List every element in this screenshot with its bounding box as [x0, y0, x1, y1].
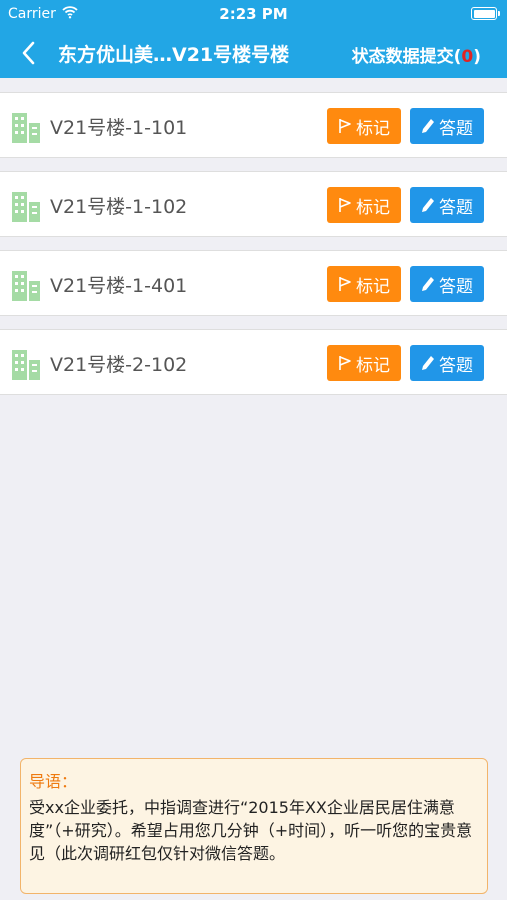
- flag-icon: [339, 277, 351, 291]
- unit-name: V21号楼-1-101: [50, 117, 188, 139]
- mark-label: 标记: [356, 276, 390, 297]
- building-icon: [12, 350, 40, 380]
- mark-button[interactable]: 标记: [327, 266, 401, 302]
- pencil-icon: [422, 198, 434, 212]
- unit-name: V21号楼-2-102: [50, 354, 188, 376]
- mark-button[interactable]: 标记: [327, 108, 401, 144]
- flag-icon: [339, 198, 351, 212]
- list-item: V21号楼-1-102 标记 答题: [0, 171, 507, 237]
- flag-icon: [339, 356, 351, 370]
- pencil-icon: [422, 356, 434, 370]
- pencil-icon: [422, 119, 434, 133]
- mark-label: 标记: [356, 118, 390, 139]
- list-item: V21号楼-2-102 标记 答题: [0, 329, 507, 395]
- unit-name: V21号楼-1-401: [50, 275, 188, 297]
- building-icon: [12, 271, 40, 301]
- building-icon: [12, 113, 40, 143]
- answer-button[interactable]: 答题: [410, 266, 484, 302]
- flag-icon: [339, 119, 351, 133]
- answer-label: 答题: [439, 276, 473, 297]
- mark-label: 标记: [356, 197, 390, 218]
- submit-close-paren: ): [473, 47, 481, 67]
- unit-list: V21号楼-1-101 标记 答题 V21号楼-1-102 标记 答题 V21号…: [0, 92, 507, 408]
- unit-name: V21号楼-1-102: [50, 196, 188, 218]
- intro-heading: 导语：: [29, 772, 78, 791]
- status-bar: Carrier 2:23 PM: [0, 0, 507, 28]
- page-title: 东方优山美…V21号楼号楼: [58, 44, 290, 66]
- answer-button[interactable]: 答题: [410, 345, 484, 381]
- back-chevron-icon[interactable]: [14, 36, 44, 70]
- submit-status-button[interactable]: 状态数据提交(0): [352, 42, 481, 67]
- answer-button[interactable]: 答题: [410, 108, 484, 144]
- intro-text: 受xx企业委托，中指调查进行“2015年XX企业居民居住满意度”（+研究）。希望…: [29, 798, 473, 863]
- pending-count: 0: [461, 47, 474, 67]
- list-item: V21号楼-1-101 标记 答题: [0, 92, 507, 158]
- clock: 2:23 PM: [219, 5, 288, 23]
- answer-label: 答题: [439, 355, 473, 376]
- battery-icon: [471, 7, 500, 20]
- answer-label: 答题: [439, 197, 473, 218]
- mark-label: 标记: [356, 355, 390, 376]
- intro-panel: 导语： 受xx企业委托，中指调查进行“2015年XX企业居民居住满意度”（+研究…: [20, 758, 488, 894]
- building-icon: [12, 192, 40, 222]
- submit-label: 状态数据提交(: [351, 47, 462, 67]
- answer-button[interactable]: 答题: [410, 187, 484, 223]
- list-item: V21号楼-1-401 标记 答题: [0, 250, 507, 316]
- nav-bar: 东方优山美…V21号楼号楼 状态数据提交(0): [0, 28, 507, 78]
- mark-button[interactable]: 标记: [327, 345, 401, 381]
- answer-label: 答题: [439, 118, 473, 139]
- mark-button[interactable]: 标记: [327, 187, 401, 223]
- pencil-icon: [422, 277, 434, 291]
